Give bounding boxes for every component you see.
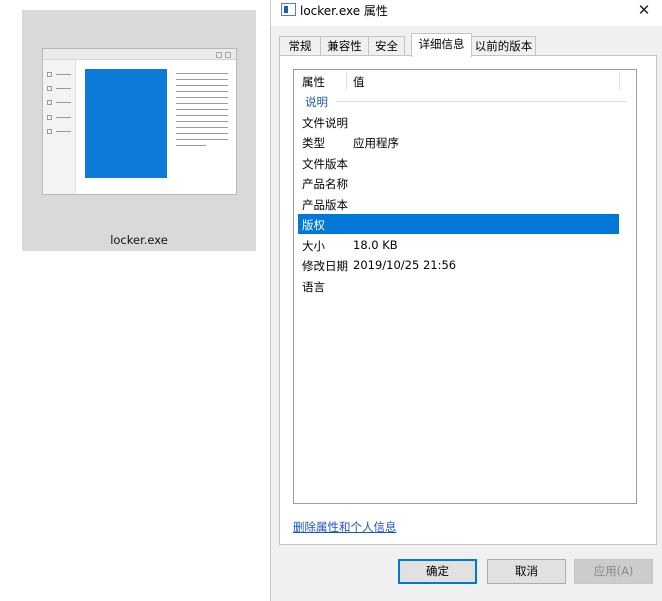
prop-name: 版权	[302, 218, 325, 232]
ok-button[interactable]: 确定	[398, 559, 477, 584]
preview-sidebar	[43, 60, 76, 194]
prop-row-date-modified[interactable]: 修改日期 2019/10/25 21:56	[298, 255, 619, 275]
file-thumbnail-tile[interactable]: locker.exe	[22, 10, 256, 251]
group-divider	[336, 101, 626, 102]
apply-button[interactable]: 应用(A)	[574, 559, 653, 584]
preview-text-line	[176, 139, 228, 140]
preview-text-line	[176, 103, 228, 104]
prop-name: 文件版本	[302, 157, 348, 171]
preview-document-block	[85, 69, 167, 178]
details-panel: 属性 值 说明 文件说明 类型 应用程序 文件版本 产品名称 产品版本 版权 大…	[279, 55, 657, 545]
preview-text-line	[176, 109, 228, 110]
preview-close-icon	[225, 52, 231, 58]
cancel-button[interactable]: 取消	[487, 559, 566, 584]
prop-row-type[interactable]: 类型 应用程序	[298, 132, 619, 152]
prop-name: 文件说明	[302, 116, 348, 130]
prop-value: 2019/10/25 21:56	[353, 258, 457, 272]
column-header-value[interactable]: 值	[353, 74, 365, 90]
preview-text-line	[176, 133, 228, 134]
properties-dialog: locker.exe 属性 ✕ 常规 兼容性 安全 详细信息 以前的版本 属性 …	[270, 0, 662, 601]
properties-list[interactable]: 属性 值 说明 文件说明 类型 应用程序 文件版本 产品名称 产品版本 版权 大…	[293, 69, 637, 504]
tab-general[interactable]: 常规	[279, 36, 321, 56]
preview-nav-item	[47, 129, 73, 134]
tab-previous-versions[interactable]: 以前的版本	[471, 36, 536, 56]
tab-security[interactable]: 安全	[368, 36, 405, 56]
column-header: 属性 值	[294, 70, 620, 92]
prop-name: 语言	[302, 280, 325, 294]
preview-nav-item	[47, 115, 73, 120]
preview-text-line	[176, 73, 228, 74]
preview-nav-item	[47, 86, 73, 91]
document-preview-icon	[42, 48, 237, 195]
preview-text-line	[176, 145, 206, 146]
preview-text-line	[176, 79, 228, 80]
prop-name: 修改日期	[302, 259, 348, 273]
thumbnail-file-name: locker.exe	[110, 233, 168, 247]
prop-name: 大小	[302, 239, 325, 253]
preview-text-line	[176, 85, 228, 86]
preview-text-line	[176, 91, 228, 92]
prop-row-copyright[interactable]: 版权	[298, 214, 619, 234]
preview-text-line	[176, 121, 228, 122]
prop-name: 产品版本	[302, 198, 348, 212]
preview-text-line	[176, 115, 228, 116]
group-label: 说明	[305, 95, 328, 109]
prop-row-product-version[interactable]: 产品版本	[298, 194, 619, 214]
prop-row-product-name[interactable]: 产品名称	[298, 173, 619, 193]
tab-strip: 常规 兼容性 安全 详细信息 以前的版本	[279, 33, 659, 57]
column-divider[interactable]	[346, 72, 347, 90]
exe-file-icon	[281, 3, 296, 16]
column-divider[interactable]	[619, 72, 620, 90]
prop-row-file-version[interactable]: 文件版本	[298, 153, 619, 173]
dialog-title-bar[interactable]: locker.exe 属性 ✕	[271, 0, 662, 26]
remove-properties-link[interactable]: 删除属性和个人信息	[293, 519, 397, 535]
column-header-property[interactable]: 属性	[302, 74, 325, 90]
prop-value: 应用程序	[353, 136, 399, 150]
close-button[interactable]: ✕	[633, 0, 655, 21]
preview-minimize-icon	[216, 52, 222, 58]
tab-compatibility[interactable]: 兼容性	[320, 36, 369, 56]
prop-name: 类型	[302, 136, 325, 150]
preview-titlebar	[43, 49, 236, 60]
preview-nav-item	[47, 72, 73, 77]
prop-row-language[interactable]: 语言	[298, 276, 619, 296]
prop-name: 产品名称	[302, 177, 348, 191]
preview-nav-item	[47, 100, 73, 105]
tab-details[interactable]: 详细信息	[411, 33, 472, 57]
prop-row-size[interactable]: 大小 18.0 KB	[298, 235, 619, 255]
prop-row-file-description[interactable]: 文件说明	[298, 112, 619, 132]
preview-text-line	[176, 127, 228, 128]
group-description: 说明	[294, 92, 629, 110]
dialog-title: locker.exe 属性	[300, 4, 388, 18]
preview-text-line	[176, 97, 228, 98]
prop-value: 18.0 KB	[353, 238, 398, 252]
